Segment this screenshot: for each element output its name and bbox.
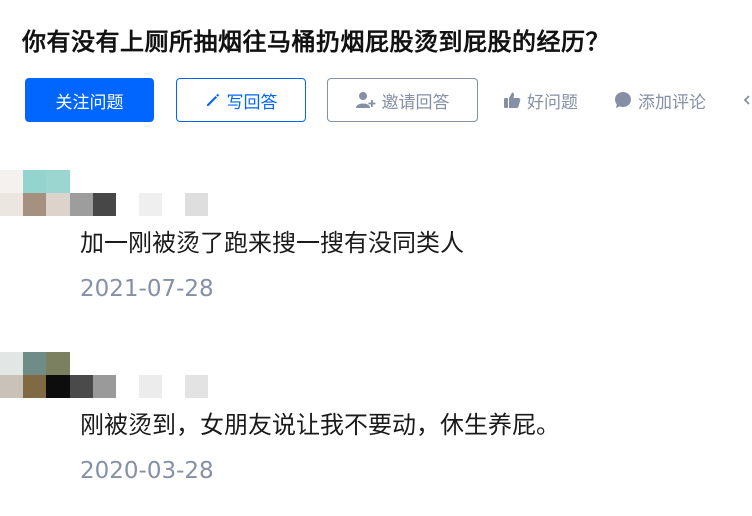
chevron-left-icon	[742, 93, 752, 107]
pencil-icon	[205, 92, 221, 108]
comment-date: 2021-07-28	[80, 276, 214, 302]
comment-bubble-icon	[614, 91, 632, 109]
add-comment-button[interactable]: 添加评论	[614, 78, 706, 122]
invite-answer-label: 邀请回答	[381, 92, 450, 113]
question-action-bar: 关注问题 写回答 邀请回答 好问题 添加评论	[25, 78, 752, 124]
avatar[interactable]	[0, 170, 70, 216]
comment-text: 刚被烫到，女朋友说让我不要动，休生养屁。	[80, 411, 560, 439]
good-question-label: 好问题	[527, 92, 578, 113]
thumbs-up-icon	[503, 91, 521, 109]
question-title: 你有没有上厕所抽烟往马桶扔烟屁股烫到屁股的经历？	[22, 28, 610, 56]
comment-date: 2020-03-28	[80, 458, 214, 484]
question-page: 你有没有上厕所抽烟往马桶扔烟屁股烫到屁股的经历？ 关注问题 写回答 邀请回答 好…	[0, 0, 752, 516]
write-answer-label: 写回答	[226, 92, 278, 113]
add-comment-label: 添加评论	[638, 92, 706, 113]
avatar[interactable]	[0, 352, 70, 398]
good-question-button[interactable]: 好问题	[503, 78, 578, 122]
comment-text: 加一刚被烫了跑来搜一搜有没同类人	[80, 229, 464, 257]
author-name-blurred	[70, 375, 208, 398]
author-name-blurred	[70, 193, 208, 216]
follow-question-button[interactable]: 关注问题	[25, 78, 154, 122]
add-user-icon	[355, 91, 376, 109]
more-actions-button[interactable]	[742, 78, 752, 122]
write-answer-button[interactable]: 写回答	[176, 78, 306, 122]
invite-answer-button[interactable]: 邀请回答	[327, 78, 478, 122]
